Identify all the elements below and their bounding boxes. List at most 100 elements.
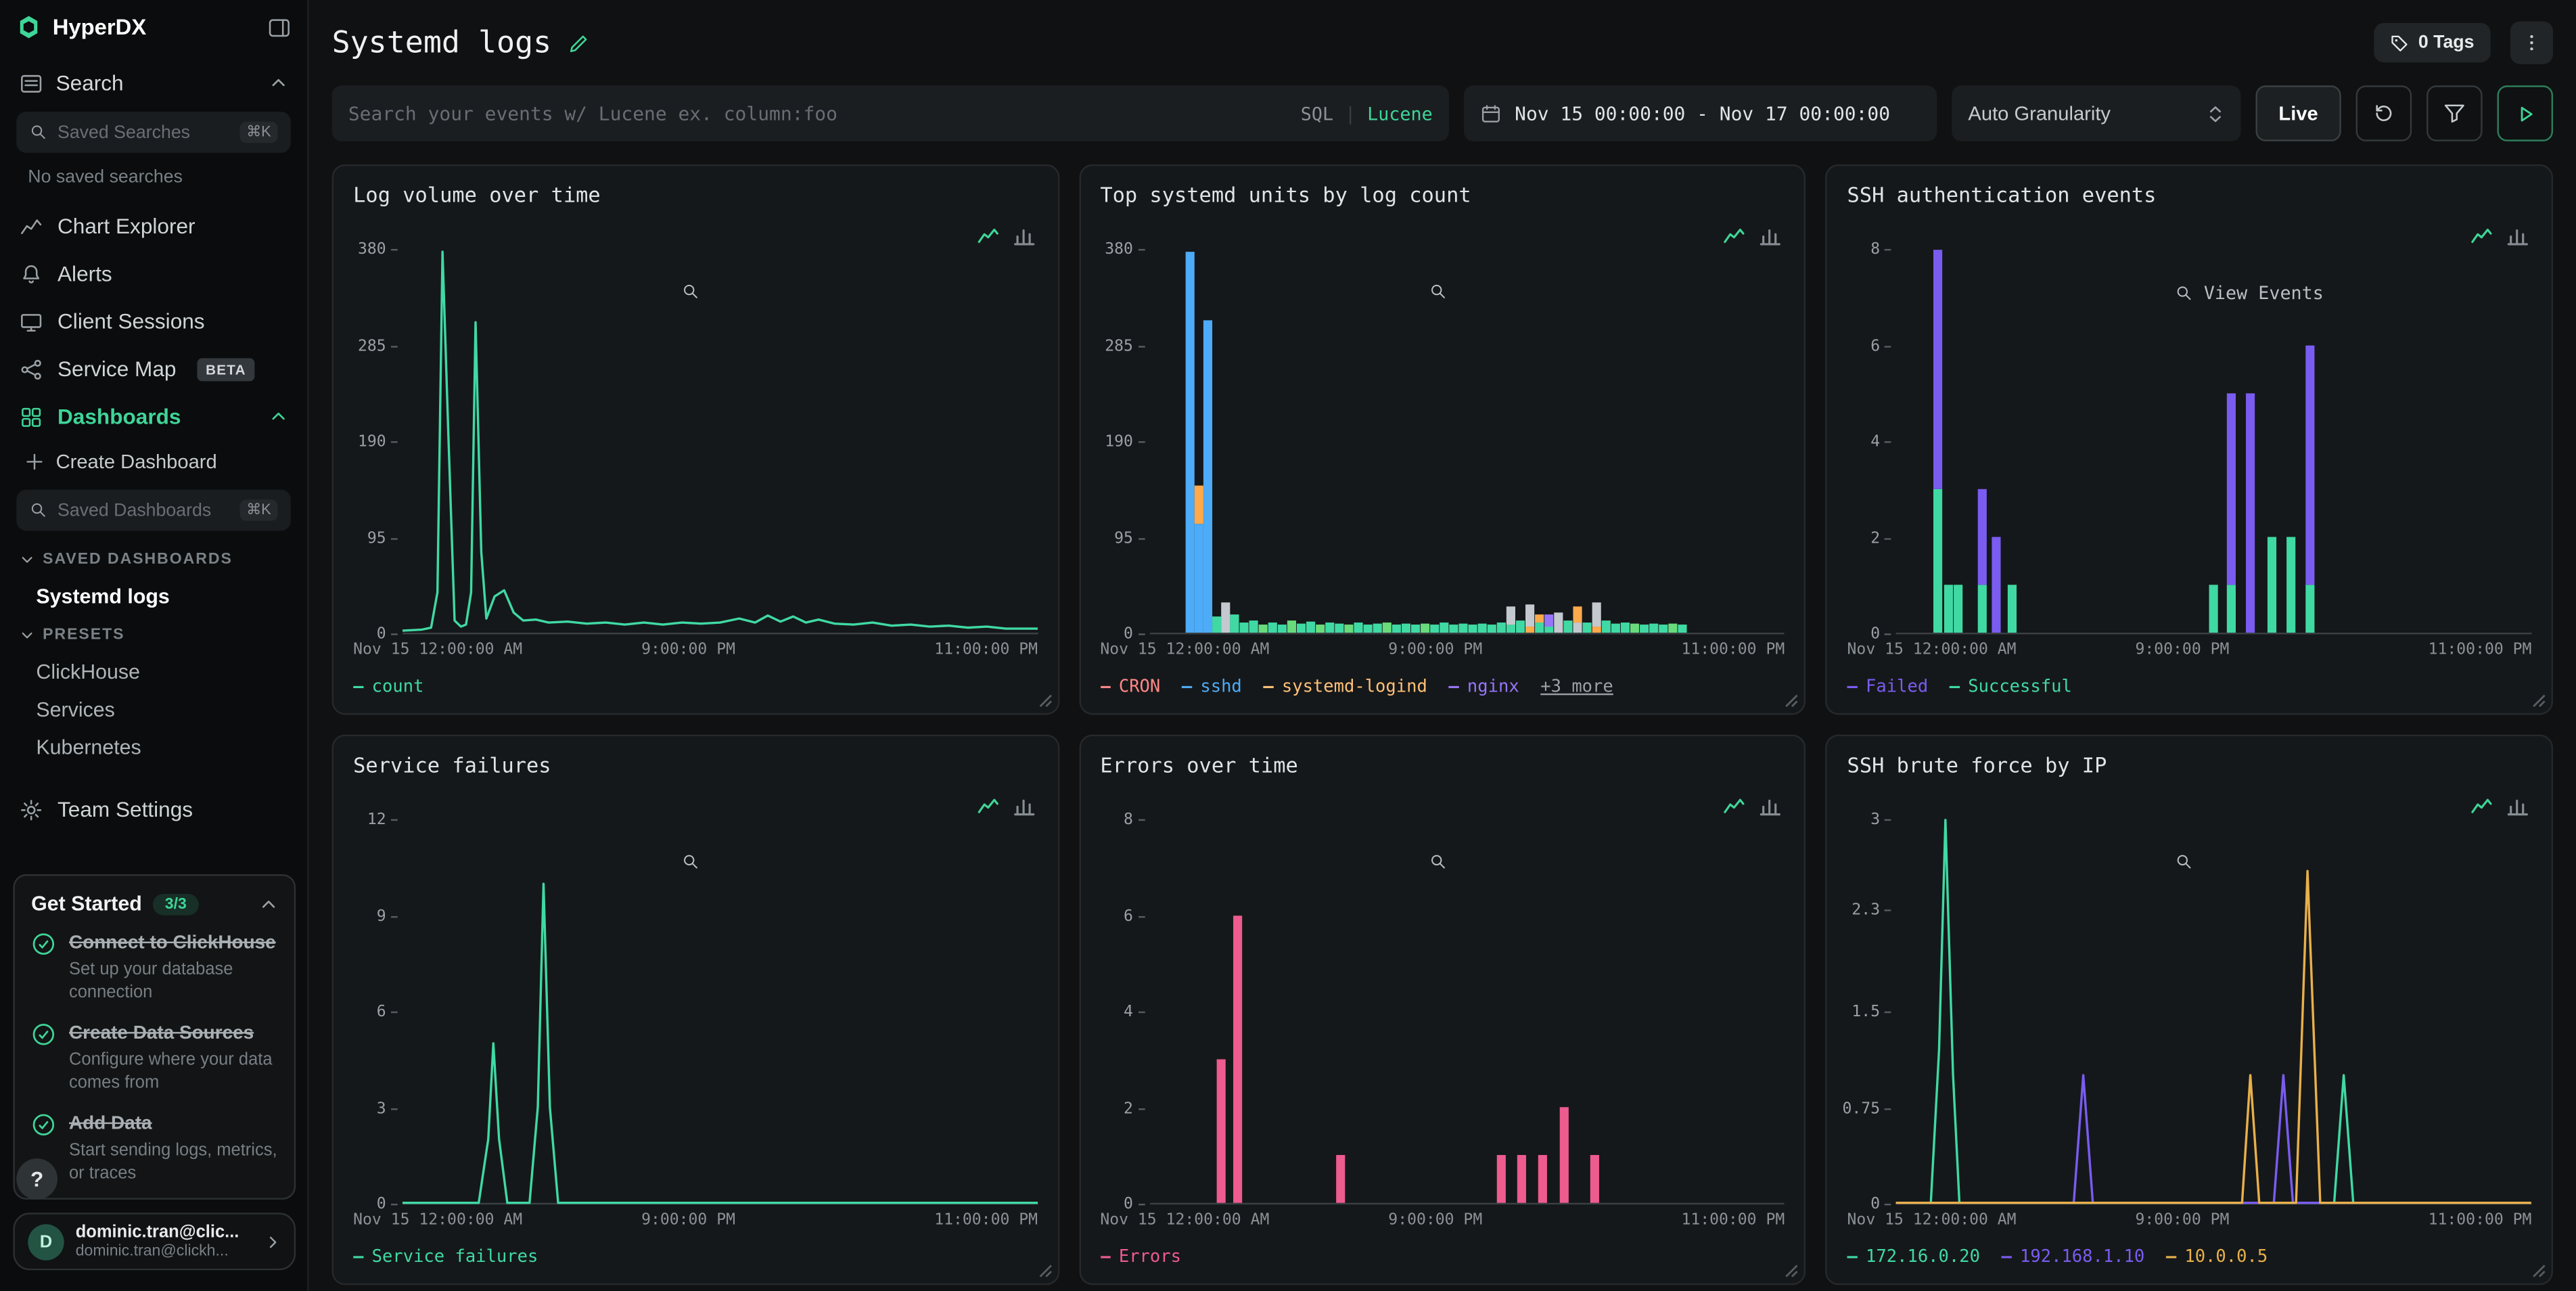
preset-item-kubernetes[interactable]: Kubernetes [16, 728, 291, 766]
bar-chart-toggle-icon[interactable] [1760, 225, 1782, 247]
toolbar: SQL | Lucene Nov 15 00:00:00 - Nov 17 00… [332, 85, 2553, 141]
view-events-link[interactable] [1429, 853, 1456, 871]
gear-icon [20, 798, 43, 821]
x-tick-label: Nov 15 12:00:00 AM [1847, 641, 2017, 659]
get-started-step[interactable]: Create Data Sources Configure where your… [31, 1022, 277, 1095]
y-tick-label: 3 [1870, 811, 1891, 830]
y-tick-label: 4 [1124, 1003, 1145, 1022]
resize-handle[interactable] [1785, 694, 1799, 708]
sidebar-item-service-map[interactable]: Service Map BETA [16, 345, 291, 392]
panel-title: Service failures [353, 752, 1038, 777]
dashboard-item-systemd-logs[interactable]: Systemd logs [16, 576, 291, 614]
saved-dashboards-section[interactable]: SAVED DASHBOARDS [16, 539, 291, 577]
chart-svg [1896, 820, 2531, 1203]
search-icon [682, 853, 700, 871]
chart-svg [1149, 250, 1785, 633]
tag-icon [2391, 34, 2409, 52]
y-tick-label: 380 [1105, 241, 1145, 259]
view-events-link[interactable] [682, 283, 710, 301]
y-tick-label: 12 [367, 811, 398, 830]
resize-handle[interactable] [1038, 694, 1053, 708]
line-chart-toggle-icon[interactable] [1724, 795, 1745, 817]
tags-button[interactable]: 0 Tags [2374, 23, 2491, 62]
filter-button[interactable] [2426, 85, 2483, 141]
presets-section[interactable]: PRESETS [16, 614, 291, 652]
time-range-picker[interactable]: Nov 15 00:00:00 - Nov 17 00:00:00 [1464, 85, 1937, 141]
sidebar-item-team-settings[interactable]: Team Settings [16, 786, 291, 833]
y-tick-label: 190 [358, 433, 398, 451]
create-dashboard-button[interactable]: Create Dashboard [16, 440, 291, 485]
get-started-step[interactable]: Add Data Start sending logs, metrics, or… [31, 1113, 277, 1185]
search-icon [30, 501, 48, 520]
bar-chart-toggle-icon[interactable] [2507, 225, 2529, 247]
x-tick-label: Nov 15 12:00:00 AM [1100, 641, 1269, 659]
search-icon [1429, 283, 1447, 301]
x-tick-label: 9:00:00 PM [1388, 641, 1482, 659]
saved-dashboards-input[interactable]: Saved Dashboards ⌘K [16, 490, 291, 531]
edit-title-icon[interactable] [568, 32, 589, 53]
sidebar-item-alerts[interactable]: Alerts [16, 250, 291, 297]
collapse-sidebar-icon[interactable] [268, 16, 291, 39]
resize-handle[interactable] [2531, 694, 2546, 708]
line-chart-toggle-icon[interactable] [2471, 225, 2493, 247]
line-chart-toggle-icon[interactable] [2471, 795, 2493, 817]
view-events-link[interactable] [2176, 853, 2204, 871]
event-search-input[interactable] [348, 102, 1288, 125]
bar-chart-toggle-icon[interactable] [1013, 225, 1035, 247]
check-circle-icon [31, 1113, 55, 1137]
plot-area [1149, 820, 1785, 1204]
chevron-up-icon [269, 74, 288, 92]
panel-title: Errors over time [1100, 752, 1785, 777]
refresh-button[interactable] [2356, 85, 2412, 141]
run-query-button[interactable] [2497, 85, 2553, 141]
granularity-select[interactable]: Auto Granularity [1952, 85, 2240, 141]
view-events-link[interactable] [1429, 283, 1456, 301]
help-button[interactable]: ? [16, 1158, 58, 1200]
sidebar-item-chart-explorer[interactable]: Chart Explorer [16, 202, 291, 250]
plot-area [1896, 820, 2531, 1204]
line-chart-toggle-icon[interactable] [977, 795, 998, 817]
bar-chart-toggle-icon[interactable] [1760, 795, 1782, 817]
select-chevrons-icon [2207, 103, 2225, 124]
check-circle-icon [31, 1022, 55, 1047]
sidebar-item-dashboards[interactable]: Dashboards [16, 392, 291, 440]
sidebar-item-client-sessions[interactable]: Client Sessions [16, 298, 291, 345]
preset-item-services[interactable]: Services [16, 690, 291, 728]
y-tick-label: 2 [1870, 529, 1891, 547]
view-events-link[interactable] [682, 853, 710, 871]
chart-svg [402, 250, 1038, 633]
bar-chart-toggle-icon[interactable] [2507, 795, 2529, 817]
refresh-icon [2372, 102, 2395, 125]
resize-handle[interactable] [1038, 1264, 1053, 1279]
lucene-toggle[interactable]: Lucene [1367, 103, 1433, 124]
line-chart-toggle-icon[interactable] [977, 225, 998, 247]
x-tick-label: 11:00:00 PM [2429, 1211, 2532, 1229]
line-chart-toggle-icon[interactable] [1724, 225, 1745, 247]
no-saved-searches-text: No saved searches [16, 161, 291, 202]
legend-item: —192.168.1.10 [2002, 1246, 2145, 1266]
filter-funnel-icon [2443, 102, 2466, 125]
x-tick-label: Nov 15 12:00:00 AM [353, 1211, 522, 1229]
sql-toggle[interactable]: SQL [1301, 103, 1333, 124]
legend-item[interactable]: +3 more [1540, 676, 1613, 696]
app-window: HyperDX Search Saved Searches ⌘K No save… [0, 0, 2576, 1291]
bell-icon [20, 262, 43, 285]
resize-handle[interactable] [2531, 1264, 2546, 1279]
resize-handle[interactable] [1785, 1264, 1799, 1279]
live-button[interactable]: Live [2255, 85, 2341, 141]
sidebar-item-search[interactable]: Search [16, 59, 291, 106]
x-axis: Nov 15 12:00:00 AM9:00:00 PM11:00:00 PM [402, 639, 1038, 664]
panel-title: Top systemd units by log count [1100, 183, 1785, 207]
get-started-step[interactable]: Connect to ClickHouse Set up your databa… [31, 932, 277, 1004]
chart-svg [402, 820, 1038, 1203]
bar-chart-toggle-icon[interactable] [1013, 795, 1035, 817]
saved-searches-input[interactable]: Saved Searches ⌘K [16, 112, 291, 153]
page-title: Systemd logs [332, 26, 552, 60]
x-tick-label: 9:00:00 PM [1388, 1211, 1482, 1229]
chevron-up-icon[interactable] [260, 894, 278, 913]
shortcut-badge: ⌘K [240, 499, 278, 521]
view-events-link[interactable]: View Events [2176, 283, 2324, 304]
preset-item-clickhouse[interactable]: ClickHouse [16, 652, 291, 690]
user-menu[interactable]: D dominic.tran@clic... dominic.tran@clic… [13, 1213, 296, 1270]
panel-menu-button[interactable] [2510, 22, 2553, 64]
